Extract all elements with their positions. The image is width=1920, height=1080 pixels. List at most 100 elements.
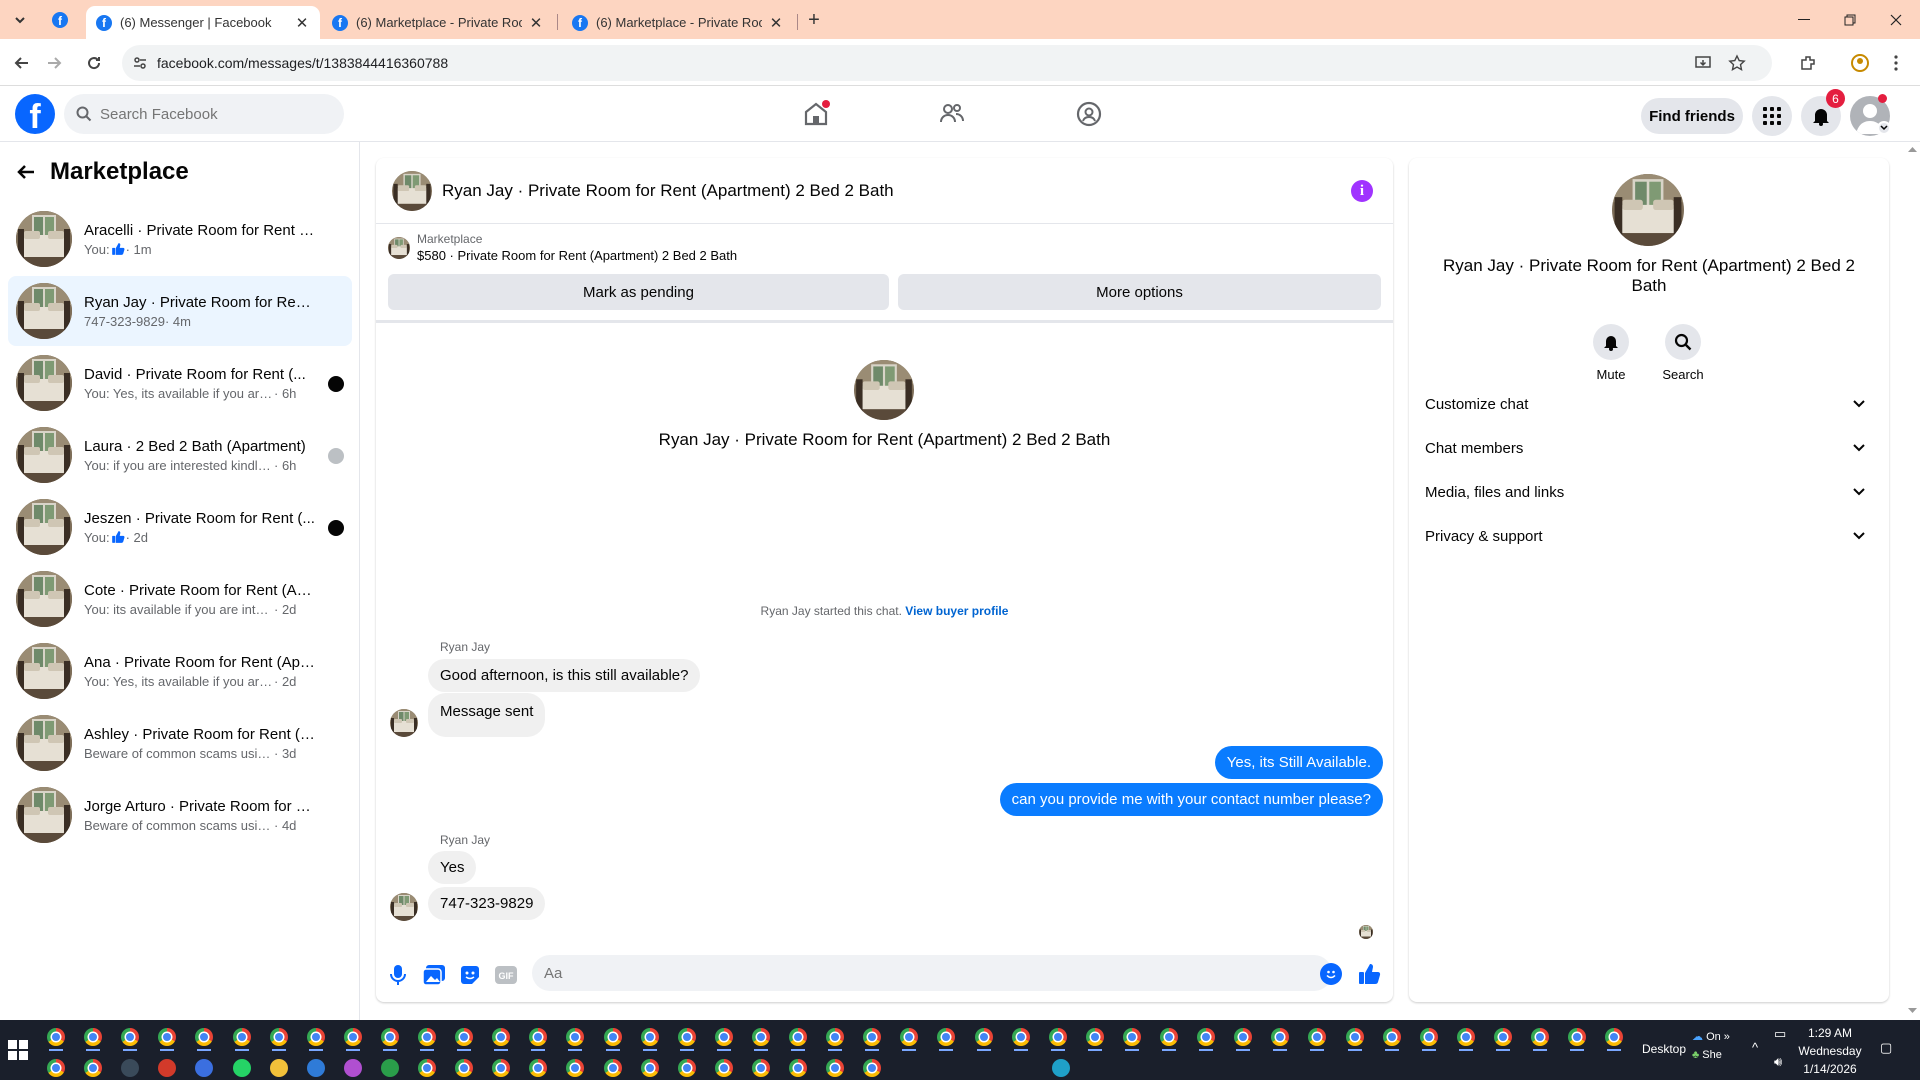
message-bubble[interactable]: Yes — [428, 851, 477, 884]
view-buyer-profile-link[interactable]: View buyer profile — [905, 604, 1008, 618]
back-icon[interactable] — [8, 49, 36, 77]
chrome-window-icon[interactable] — [1568, 1028, 1587, 1046]
chrome-window-icon[interactable] — [640, 1059, 659, 1077]
chrome-window-icon[interactable] — [714, 1028, 733, 1046]
tab-search-icon[interactable] — [8, 8, 32, 32]
chrome-window-icon[interactable] — [1160, 1028, 1178, 1046]
chrome-window-icon[interactable] — [158, 1028, 177, 1046]
chrome-window-icon[interactable] — [566, 1059, 585, 1077]
chrome-window-icon[interactable] — [714, 1059, 733, 1077]
chrome-window-icon[interactable] — [455, 1059, 474, 1077]
notification-center-icon[interactable]: ▢ — [1880, 1040, 1892, 1056]
chrome-window-icon[interactable] — [121, 1028, 140, 1046]
office-app-icon[interactable] — [158, 1059, 177, 1077]
taskbar-clock[interactable]: 1:29 AM Wednesday 1/14/2026 — [1790, 1024, 1870, 1078]
chrome-window-icon[interactable] — [232, 1028, 251, 1046]
emoji-icon[interactable] — [1320, 963, 1342, 985]
edge-icon[interactable] — [1052, 1059, 1070, 1077]
account-chevron-icon[interactable] — [1877, 121, 1891, 135]
friends-icon[interactable] — [928, 90, 976, 138]
weather-widget[interactable]: ☁ On » ♣ She — [1692, 1030, 1730, 1062]
chrome-window-icon[interactable] — [1011, 1028, 1030, 1046]
chrome-window-icon[interactable] — [1308, 1028, 1327, 1046]
chrome-window-icon[interactable] — [380, 1028, 399, 1046]
facebook-logo-icon[interactable]: f — [15, 94, 55, 134]
tab-marketplace-1[interactable]: f (6) Marketplace - Private Room ✕ — [322, 6, 554, 39]
sender-avatar[interactable] — [390, 893, 418, 921]
close-tab-icon[interactable]: ✕ — [294, 15, 310, 32]
chrome-window-icon[interactable] — [974, 1028, 993, 1046]
conversation-item[interactable]: Ashley · Private Room for Rent (Ap... Bew… — [8, 708, 352, 778]
chrome-window-icon[interactable] — [1382, 1028, 1401, 1046]
chrome-window-icon[interactable] — [603, 1028, 622, 1046]
network-icon[interactable]: ▭ — [1774, 1026, 1786, 1042]
chrome-window-icon[interactable] — [418, 1059, 436, 1077]
file-explorer-icon[interactable] — [269, 1059, 288, 1077]
conversation-item[interactable]: Laura · 2 Bed 2 Bath (Apartment) You: if … — [8, 420, 352, 490]
chrome-window-icon[interactable] — [84, 1059, 103, 1077]
sticker-icon[interactable] — [458, 963, 482, 987]
conversation-info-icon[interactable]: i — [1351, 180, 1373, 202]
privacy-support-section[interactable]: Privacy & support — [1425, 518, 1873, 554]
media-app-icon[interactable] — [343, 1059, 362, 1077]
address-bar[interactable]: facebook.com/messages/t/1383844416360788 — [122, 45, 1772, 81]
copilot-icon[interactable] — [195, 1059, 214, 1077]
sender-avatar[interactable] — [390, 709, 418, 737]
message-bubble[interactable]: Message sent — [428, 693, 546, 737]
new-tab-icon[interactable]: + — [802, 8, 826, 32]
photo-gallery-icon[interactable] — [422, 963, 446, 987]
pinned-tab-facebook-icon[interactable]: f — [48, 8, 72, 32]
close-tab-icon[interactable]: ✕ — [768, 15, 784, 32]
chrome-window-icon[interactable] — [826, 1028, 845, 1046]
message-bubble[interactable]: Yes, its Still Available. — [1214, 746, 1383, 779]
chat-title[interactable]: Ryan Jay · Private Room for Rent (Apartm… — [442, 181, 894, 201]
chrome-window-icon[interactable] — [492, 1059, 511, 1077]
message-bubble[interactable]: Good afternoon, is this still available? — [428, 659, 701, 692]
more-options-button[interactable]: More options — [898, 274, 1381, 310]
chrome-window-icon[interactable] — [84, 1028, 103, 1046]
bookmark-star-icon[interactable] — [1728, 54, 1746, 72]
conversation-item[interactable]: Cote · Private Room for Rent (Apar... You… — [8, 564, 352, 634]
chrome-window-icon[interactable] — [343, 1028, 362, 1046]
reload-icon[interactable] — [80, 49, 108, 77]
chrome-window-icon[interactable] — [789, 1028, 807, 1046]
chrome-window-icon[interactable] — [418, 1028, 436, 1046]
chrome-window-icon[interactable] — [492, 1028, 511, 1046]
message-bubble[interactable]: 747-323-9829 — [428, 887, 546, 920]
chrome-window-icon[interactable] — [900, 1028, 919, 1046]
conversation-item[interactable]: Aracelli · Private Room for Rent (A... Yo… — [8, 204, 352, 274]
chrome-window-icon[interactable] — [1493, 1028, 1512, 1046]
conversation-item[interactable]: Ana · Private Room for Rent (Apart... You… — [8, 636, 352, 706]
show-hidden-icons-chevron-icon[interactable]: ^ — [1752, 1040, 1758, 1055]
chrome-window-icon[interactable] — [603, 1059, 622, 1077]
page-scrollbar[interactable] — [1905, 142, 1920, 1020]
chrome-window-icon[interactable] — [566, 1028, 585, 1046]
mark-as-pending-button[interactable]: Mark as pending — [388, 274, 889, 310]
chrome-window-icon[interactable] — [1345, 1028, 1364, 1046]
install-app-icon[interactable] — [1694, 54, 1712, 72]
chrome-window-icon[interactable] — [640, 1028, 659, 1046]
chrome-window-icon[interactable] — [751, 1028, 770, 1046]
mute-button[interactable]: Mute — [1581, 324, 1641, 382]
groups-icon[interactable] — [1065, 90, 1113, 138]
tab-marketplace-2[interactable]: f (6) Marketplace - Private Room ✕ — [562, 6, 794, 39]
store-icon[interactable] — [306, 1059, 325, 1077]
chrome-window-icon[interactable] — [529, 1059, 548, 1077]
close-tab-icon[interactable]: ✕ — [528, 15, 544, 32]
browser-menu-icon[interactable] — [1882, 49, 1910, 77]
microphone-icon[interactable] — [386, 963, 410, 987]
chrome-window-icon[interactable] — [751, 1059, 770, 1077]
whatsapp-icon[interactable] — [232, 1059, 251, 1077]
details-thumbnail[interactable] — [1612, 174, 1684, 246]
chrome-window-icon[interactable] — [863, 1028, 882, 1046]
windows-start-icon[interactable] — [8, 1040, 28, 1060]
chrome-window-icon[interactable] — [455, 1028, 474, 1046]
chrome-window-icon[interactable] — [306, 1028, 325, 1046]
conversation-item[interactable]: Jeszen · Private Room for Rent (... You: … — [8, 492, 352, 562]
menu-grid-icon[interactable] — [1752, 96, 1792, 136]
chrome-window-icon[interactable] — [677, 1028, 696, 1046]
desktop-toolbar-label[interactable]: Desktop — [1642, 1042, 1686, 1056]
chrome-window-icon[interactable] — [269, 1028, 288, 1046]
chrome-window-icon[interactable] — [1122, 1028, 1141, 1046]
chrome-window-icon[interactable] — [1419, 1028, 1438, 1046]
